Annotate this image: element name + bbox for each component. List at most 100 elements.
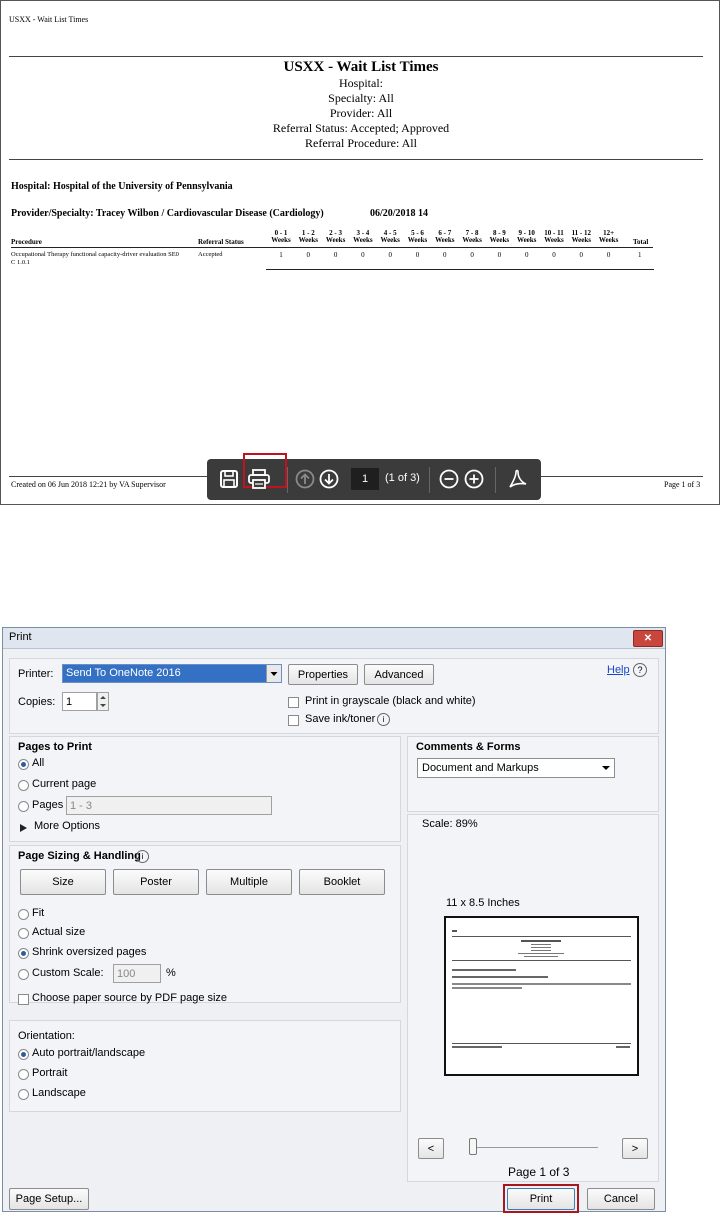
row-week-value: 0 bbox=[497, 251, 502, 259]
row-week-value: 0 bbox=[361, 251, 365, 259]
custom-scale-input[interactable]: 100 bbox=[113, 964, 161, 983]
radio-shrink-oversized-label: Shrink oversized pages bbox=[32, 946, 147, 958]
radio-landscape[interactable] bbox=[18, 1089, 29, 1100]
preview-slider-track[interactable] bbox=[472, 1147, 598, 1148]
row-week-value: 1 bbox=[279, 251, 283, 259]
column-week-range: 6 - 7 Weeks bbox=[433, 230, 457, 244]
advanced-button[interactable]: Advanced bbox=[364, 664, 434, 685]
report-title: USXX - Wait List Times bbox=[283, 59, 439, 75]
radio-landscape-label: Landscape bbox=[32, 1087, 86, 1099]
info-icon[interactable]: i bbox=[136, 850, 149, 863]
cancel-button[interactable]: Cancel bbox=[587, 1188, 655, 1210]
column-week-range: 8 - 9 Weeks bbox=[487, 230, 511, 244]
pages-range-input[interactable]: 1 - 3 bbox=[66, 796, 272, 815]
row-procedure-code: C 1.0.1 bbox=[11, 259, 30, 266]
radio-actual-size[interactable] bbox=[18, 928, 29, 939]
page-sizing-group: Page Sizing & Handling i Size Poster Mul… bbox=[9, 845, 401, 1005]
header-divider bbox=[9, 56, 703, 57]
page-footer-left: Created on 06 Jun 2018 12:21 by VA Super… bbox=[11, 480, 166, 489]
column-weeks-label: Weeks bbox=[598, 236, 619, 244]
orientation-group: Orientation: Auto portrait/landscape Por… bbox=[9, 1020, 401, 1112]
booklet-button[interactable]: Booklet bbox=[299, 869, 385, 895]
report-provider-filter: Provider: All bbox=[329, 106, 393, 120]
info-icon[interactable]: i bbox=[377, 713, 390, 726]
row-week-value: 0 bbox=[333, 251, 338, 259]
radio-auto-orientation-label: Auto portrait/landscape bbox=[32, 1047, 146, 1059]
save-icon bbox=[220, 470, 238, 488]
pages-to-print-group: Pages to Print All Current page Pages 1 … bbox=[9, 736, 401, 842]
preview-slider-thumb[interactable] bbox=[469, 1138, 477, 1155]
triangle-right-icon[interactable] bbox=[20, 823, 27, 835]
column-weeks-label: Weeks bbox=[407, 236, 428, 244]
page-setup-button[interactable]: Page Setup... bbox=[9, 1188, 89, 1210]
paper-source-label: Choose paper source by PDF page size bbox=[32, 992, 228, 1004]
page-number-input[interactable]: 1 bbox=[351, 468, 379, 490]
printer-select-value: Send To OneNote 2016 bbox=[66, 667, 181, 679]
thumb-text bbox=[452, 1046, 502, 1048]
radio-portrait[interactable] bbox=[18, 1069, 29, 1080]
chevron-down-icon bbox=[266, 665, 281, 682]
print-button[interactable] bbox=[247, 467, 271, 491]
help-link[interactable]: Help bbox=[607, 664, 630, 676]
help-icon[interactable]: ? bbox=[633, 663, 647, 677]
row-week-value: 0 bbox=[579, 251, 584, 259]
dialog-title-bar: Print ✕ bbox=[3, 628, 665, 649]
radio-current-page[interactable] bbox=[18, 780, 29, 791]
radio-actual-size-label: Actual size bbox=[32, 926, 86, 938]
thumb-text bbox=[531, 944, 551, 945]
open-in-acrobat-button[interactable] bbox=[505, 467, 529, 491]
radio-all[interactable] bbox=[18, 759, 29, 770]
zoom-out-button[interactable] bbox=[437, 467, 461, 491]
column-weeks-label: Weeks bbox=[353, 236, 373, 244]
hospital-line: Hospital: Hospital of the University of … bbox=[11, 181, 233, 192]
print-confirm-button[interactable]: Print bbox=[507, 1188, 575, 1210]
radio-auto-orientation[interactable] bbox=[18, 1049, 29, 1060]
size-button[interactable]: Size bbox=[20, 869, 106, 895]
radio-pages[interactable] bbox=[18, 801, 29, 812]
column-procedure: Procedure bbox=[11, 238, 42, 246]
column-weeks-label: Weeks bbox=[516, 236, 537, 244]
grayscale-label: Print in grayscale (black and white) bbox=[305, 695, 476, 707]
grayscale-checkbox[interactable] bbox=[288, 697, 299, 708]
radio-custom-scale-label: Custom Scale: bbox=[32, 967, 104, 979]
row-week-value: 0 bbox=[470, 251, 474, 259]
save-button[interactable] bbox=[217, 467, 241, 491]
multiple-button[interactable]: Multiple bbox=[206, 869, 292, 895]
thumb-text bbox=[524, 956, 558, 957]
print-dialog: Print ✕ Printer: Send To OneNote 2016 Pr… bbox=[2, 627, 666, 1213]
zoom-in-button[interactable] bbox=[462, 467, 486, 491]
save-ink-label: Save ink/toner bbox=[305, 713, 376, 725]
report-hospital-filter: Hospital: bbox=[339, 76, 383, 90]
printer-select[interactable]: Send To OneNote 2016 bbox=[62, 664, 282, 683]
close-button[interactable]: ✕ bbox=[633, 630, 663, 647]
thumb-text bbox=[452, 969, 516, 971]
radio-all-label: All bbox=[32, 757, 45, 769]
row-week-value: 0 bbox=[552, 251, 556, 259]
page-footer-right: Page 1 of 3 bbox=[664, 480, 701, 489]
properties-button[interactable]: Properties bbox=[288, 664, 358, 685]
copies-stepper[interactable] bbox=[97, 692, 109, 711]
thumb-text bbox=[452, 987, 522, 989]
comments-forms-select[interactable]: Document and Markups bbox=[417, 758, 615, 778]
previous-page-button[interactable] bbox=[293, 467, 317, 491]
preview-prev-button[interactable]: < bbox=[418, 1138, 444, 1159]
column-week-range: 0 - 1 Weeks bbox=[269, 230, 293, 244]
poster-button[interactable]: Poster bbox=[113, 869, 199, 895]
next-page-button[interactable] bbox=[317, 467, 341, 491]
radio-shrink-oversized[interactable] bbox=[18, 948, 29, 959]
copies-input[interactable]: 1 bbox=[62, 692, 97, 711]
column-weeks-label: Weeks bbox=[380, 236, 400, 244]
column-week-range: 11 - 12 Weeks bbox=[569, 230, 593, 244]
report-procedure-filter: Referral Procedure: All bbox=[305, 136, 417, 150]
thumb-text bbox=[452, 930, 457, 932]
page-sizing-heading: Page Sizing & Handling bbox=[18, 850, 141, 862]
paper-source-checkbox[interactable] bbox=[18, 994, 29, 1005]
radio-custom-scale[interactable] bbox=[18, 969, 29, 980]
more-options-toggle[interactable]: More Options bbox=[34, 820, 100, 832]
save-ink-checkbox[interactable] bbox=[288, 715, 299, 726]
printer-icon bbox=[248, 469, 270, 489]
thumb-text bbox=[452, 983, 631, 985]
column-referral-status: Referral Status bbox=[198, 238, 244, 246]
preview-next-button[interactable]: > bbox=[622, 1138, 648, 1159]
radio-fit[interactable] bbox=[18, 909, 29, 920]
